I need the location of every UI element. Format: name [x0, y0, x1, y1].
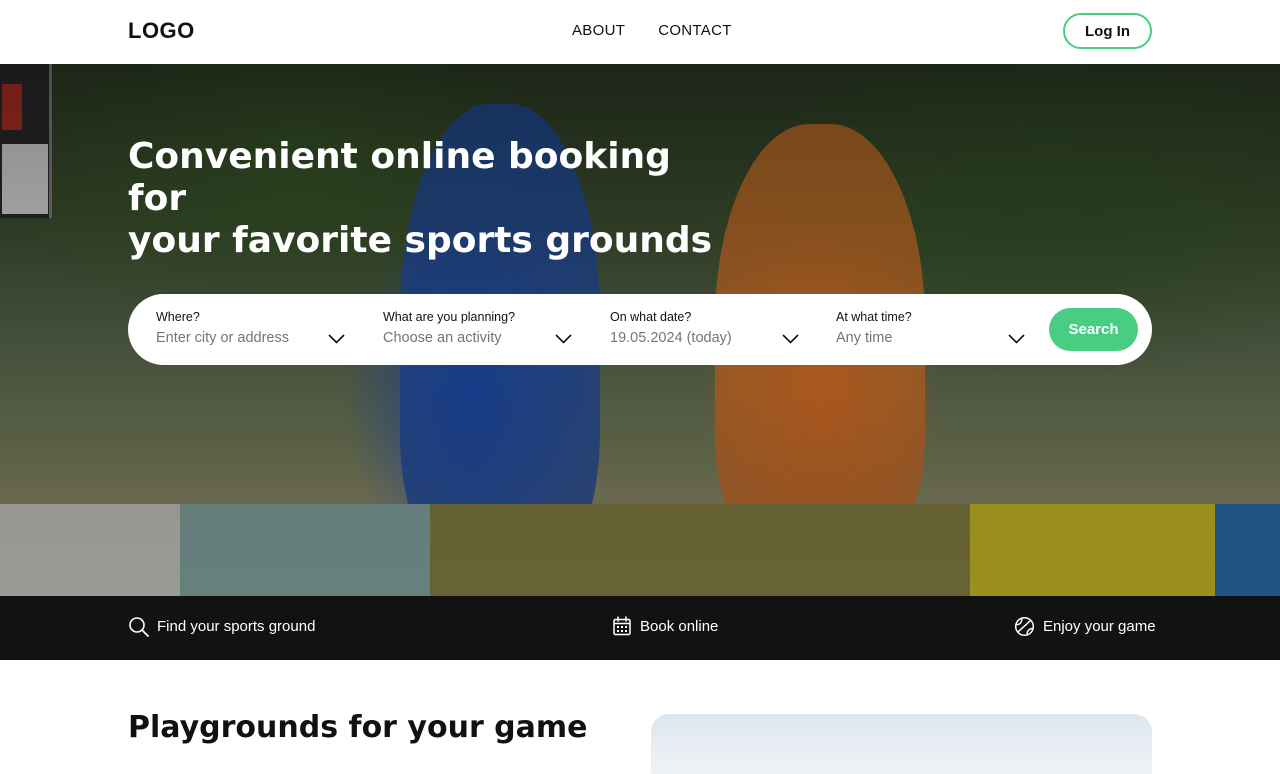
chevron-down-icon[interactable] [328, 334, 345, 344]
ball-icon [1014, 616, 1035, 637]
activity-field[interactable]: What are you planning? Choose an activit… [383, 294, 583, 365]
time-label: At what time? [836, 310, 912, 324]
step-book-label: Book online [640, 617, 719, 635]
search-button[interactable]: Search [1049, 308, 1138, 351]
activity-label: What are you planning? [383, 310, 516, 324]
where-field[interactable]: Where? Enter city or address [156, 294, 356, 365]
step-find: Find your sports ground [128, 616, 315, 637]
hero-title: Convenient online booking for your favor… [128, 136, 728, 262]
step-enjoy: Enjoy your game [1014, 616, 1156, 637]
chevron-down-icon[interactable] [1008, 334, 1025, 344]
search-bar: Where? Enter city or address What are yo… [128, 294, 1152, 365]
where-label: Where? [156, 310, 200, 324]
chevron-down-icon[interactable] [555, 334, 572, 344]
date-label: On what date? [610, 310, 692, 324]
time-field[interactable]: At what time? Any time [836, 294, 1036, 365]
login-button[interactable]: Log In [1063, 13, 1152, 49]
site-header: LOGO ABOUT CONTACT Log In [0, 0, 1280, 64]
date-field[interactable]: On what date? 19.05.2024 (today) [610, 294, 810, 365]
section-title: Playgrounds for your game [128, 710, 588, 745]
where-input[interactable]: Enter city or address [156, 330, 289, 346]
nav-contact-link[interactable]: CONTACT [658, 22, 731, 39]
calendar-icon [613, 616, 631, 636]
nav-about-link[interactable]: ABOUT [572, 22, 625, 39]
time-select[interactable]: Any time [836, 330, 892, 346]
hero-title-line-2: your favorite sports grounds [128, 220, 713, 261]
step-book: Book online [612, 616, 718, 636]
step-enjoy-label: Enjoy your game [1043, 618, 1156, 635]
steps-band: Find your sports ground Book online Enjo… [0, 596, 1280, 660]
date-select[interactable]: 19.05.2024 (today) [610, 330, 732, 346]
search-icon [129, 617, 149, 637]
step-find-label: Find your sports ground [157, 618, 316, 635]
activity-select[interactable]: Choose an activity [383, 330, 501, 346]
hero-title-line-1: Convenient online booking for [128, 136, 671, 219]
section-image [651, 714, 1152, 774]
hero-section: Convenient online booking for your favor… [0, 64, 1280, 596]
main-nav: ABOUT CONTACT [572, 22, 732, 39]
logo[interactable]: LOGO [128, 18, 195, 44]
chevron-down-icon[interactable] [782, 334, 799, 344]
